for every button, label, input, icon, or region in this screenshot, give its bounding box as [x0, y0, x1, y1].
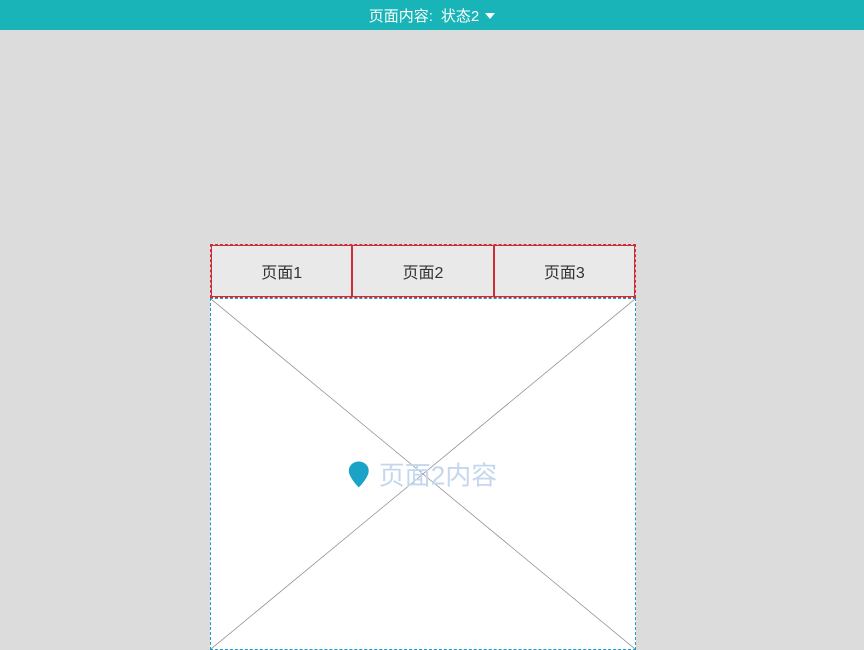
tab-label: 页面1 — [261, 259, 302, 283]
tab-page-1[interactable]: 页面1 — [211, 245, 352, 297]
chevron-down-icon — [485, 13, 495, 19]
marker-icon — [349, 461, 369, 487]
state-dropdown[interactable]: 状态2 — [441, 5, 495, 26]
state-value: 状态2 — [441, 5, 479, 26]
tab-bar: 页面1 页面2 页面3 — [210, 244, 636, 298]
content-panel[interactable]: 页面2内容 — [210, 298, 636, 650]
header-label: 页面内容 — [369, 5, 433, 26]
tab-page-2[interactable]: 页面2 — [352, 245, 493, 297]
tab-page-3[interactable]: 页面3 — [494, 245, 635, 297]
tab-label: 页面2 — [403, 259, 444, 283]
content-label: 页面2内容 — [349, 456, 497, 493]
content-text: 页面2内容 — [379, 456, 497, 493]
tab-label: 页面3 — [544, 259, 585, 283]
header-bar: 页面内容 状态2 — [0, 0, 864, 30]
canvas-area: 页面1 页面2 页面3 页面2内容 — [0, 30, 864, 650]
